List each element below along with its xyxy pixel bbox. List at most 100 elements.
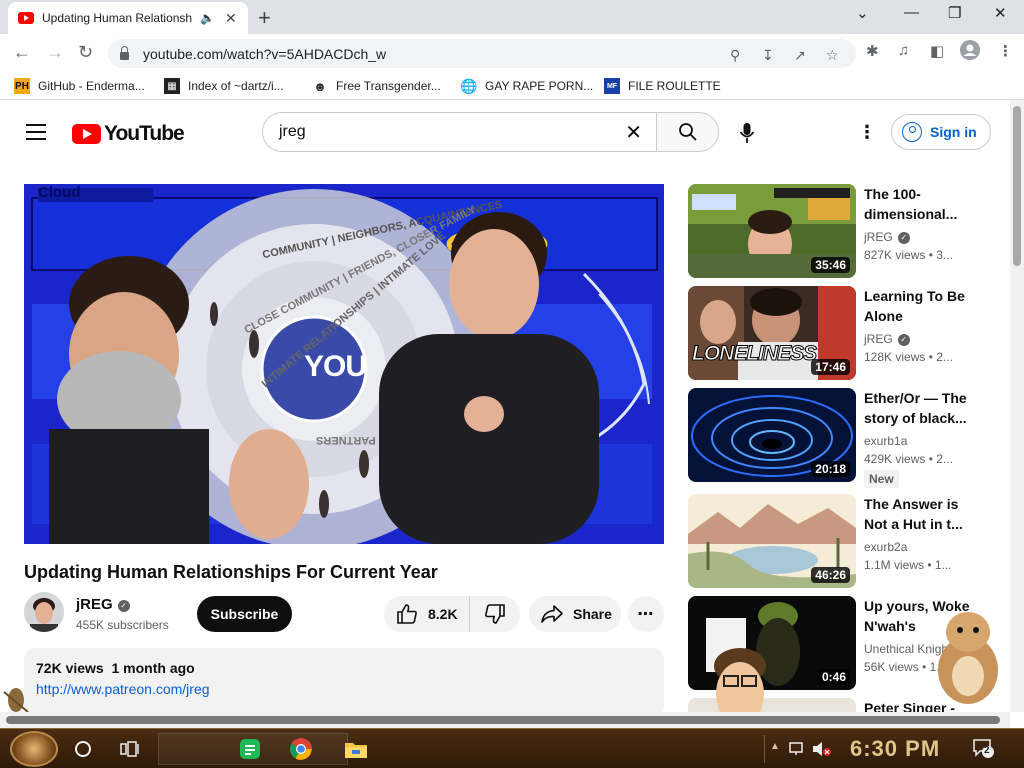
figure-icon: ☻ xyxy=(312,78,328,94)
recommendation-item[interactable]: 20:18 Ether/Or — The story of black... e… xyxy=(688,388,988,488)
recommendation-title[interactable]: Ether/Or — The story of black... xyxy=(864,388,972,428)
chrome-icon[interactable] xyxy=(289,737,313,761)
address-bar[interactable]: youtube.com/watch?v=5AHDACDch_w ⚲ ↧ ↗ ☆ xyxy=(108,39,856,68)
sign-in-button[interactable]: Sign in xyxy=(891,114,991,150)
video-duration: 20:18 xyxy=(811,461,850,477)
recommendation-views: 128K views • 2... xyxy=(864,350,953,364)
recommendation-thumbnail[interactable]: LONELINESS 17:46 xyxy=(688,286,856,380)
youtube-favicon-icon xyxy=(18,12,34,24)
task-view-icon[interactable] xyxy=(118,737,142,761)
settings-menu-icon[interactable]: ⋮ xyxy=(858,122,876,143)
bookmark-github[interactable]: PH GitHub - Enderma... xyxy=(14,78,145,94)
channel-avatar[interactable] xyxy=(24,592,64,632)
notes-app-icon[interactable] xyxy=(238,737,262,761)
url-text[interactable]: youtube.com/watch?v=5AHDACDch_w xyxy=(143,46,386,62)
recommendation-title[interactable]: The 100-dimensional... xyxy=(864,184,972,224)
chrome-menu-icon[interactable]: ⋮ xyxy=(998,42,1013,60)
thumbs-down-icon xyxy=(485,604,505,624)
search-input[interactable]: jreg xyxy=(279,123,625,141)
recommendation-channel[interactable]: jREG ✓ xyxy=(864,230,910,244)
taskbar-clock[interactable]: 6:30 PM xyxy=(850,736,940,762)
like-dislike-group: 8.2K xyxy=(384,596,520,632)
more-actions-icon[interactable]: ⋯ xyxy=(628,596,664,632)
vertical-scroll-thumb[interactable] xyxy=(1013,106,1021,266)
reload-icon[interactable]: ↻ xyxy=(78,42,93,63)
recommendation-title[interactable]: The Answer is Not a Hut in t... xyxy=(864,494,972,534)
vertical-scrollbar[interactable] xyxy=(1010,100,1024,712)
recommendation-channel[interactable]: exurb2a xyxy=(864,540,907,554)
side-panel-icon[interactable]: ◧ xyxy=(930,42,944,60)
search-box[interactable]: jreg ✕ xyxy=(262,112,656,152)
hamster-overlay xyxy=(938,612,998,704)
dislike-button[interactable] xyxy=(470,596,520,632)
lock-icon[interactable] xyxy=(120,45,129,60)
bookmark-globe-site[interactable]: 🌐 GAY RAPE PORN... xyxy=(460,78,593,94)
recommendation-views: 429K views • 2... xyxy=(864,452,953,466)
back-icon[interactable]: ← xyxy=(13,42,31,63)
recommendation-channel[interactable]: exurb1a xyxy=(864,434,907,448)
account-icon xyxy=(902,122,922,142)
patreon-link[interactable]: http://www.patreon.com/jreg xyxy=(36,681,210,697)
browser-tab[interactable]: Updating Human Relationships For Current… xyxy=(8,2,248,34)
bookmark-file-roulette[interactable]: MF FILE ROULETTE xyxy=(604,78,721,94)
recommendation-thumbnail[interactable]: 35:46 xyxy=(688,184,856,278)
volume-muted-icon[interactable] xyxy=(810,737,834,761)
recommendation-channel[interactable]: jREG ✓ xyxy=(864,332,910,346)
close-window-icon[interactable]: ✕ xyxy=(994,4,1007,22)
cortana-circle-icon[interactable] xyxy=(71,737,95,761)
network-icon[interactable] xyxy=(786,737,810,761)
recommendation-title[interactable]: Learning To Be Alone xyxy=(864,286,972,326)
windows-taskbar: ▲ 6:30 PM 2 xyxy=(0,728,1024,768)
file-explorer-icon[interactable] xyxy=(344,737,368,761)
close-tab-icon[interactable]: ✕ xyxy=(225,10,237,27)
bookmark-free-transgender[interactable]: ☻ Free Transgender... xyxy=(312,78,441,94)
small-figure-overlay xyxy=(3,688,29,713)
youtube-logo[interactable]: YouTube xyxy=(72,122,185,146)
profile-icon[interactable] xyxy=(960,40,980,64)
verified-check-icon: ✓ xyxy=(897,334,910,346)
horizontal-scroll-thumb[interactable] xyxy=(6,716,1000,724)
recommendation-item[interactable]: LONELINESS 17:46 Learning To Be Alone jR… xyxy=(688,286,988,380)
recommendation-thumbnail[interactable]: 46:26 xyxy=(688,494,856,588)
tab-title: Updating Human Relationships For Current… xyxy=(42,11,192,25)
notification-center-icon[interactable]: 2 xyxy=(972,738,994,758)
logo-text: YouTube xyxy=(104,122,185,145)
extensions-puzzle-icon[interactable]: ✱ xyxy=(866,42,879,60)
tray-overflow-chevron-icon[interactable]: ▲ xyxy=(770,741,780,752)
hamburger-menu-icon[interactable] xyxy=(26,124,46,145)
media-controls-icon[interactable]: ♫ xyxy=(898,42,909,59)
forward-icon[interactable]: → xyxy=(46,42,64,63)
install-app-icon[interactable]: ↧ xyxy=(762,47,774,64)
tab-search-chevron-icon[interactable]: ⌄ xyxy=(856,4,869,22)
share-button[interactable]: Share xyxy=(529,596,621,632)
bookmark-index-dartz[interactable]: ▦ Index of ~dartz/i... xyxy=(164,78,284,94)
minimize-icon[interactable]: — xyxy=(904,4,919,21)
speaker-icon[interactable]: 🔈 xyxy=(200,11,215,25)
horizontal-scrollbar[interactable] xyxy=(0,712,1010,728)
description-box[interactable]: 72K views 1 month ago http://www.patreon… xyxy=(24,648,664,718)
new-tab-icon[interactable]: + xyxy=(258,5,271,31)
recommendation-views: 1.1M views • 1... xyxy=(864,558,952,572)
microphone-icon[interactable] xyxy=(738,122,756,149)
search-icon xyxy=(678,123,697,141)
restore-icon[interactable]: ❐ xyxy=(948,4,961,22)
recommendation-item[interactable]: 35:46 The 100-dimensional... jREG ✓ 827K … xyxy=(688,184,988,278)
bookmark-label: FILE ROULETTE xyxy=(628,79,721,93)
video-title: Updating Human Relationships For Current… xyxy=(24,562,438,582)
bookmark-label: GitHub - Enderma... xyxy=(38,79,145,93)
like-button[interactable]: 8.2K xyxy=(384,596,470,632)
notification-count: 2 xyxy=(984,745,990,756)
clear-search-icon[interactable]: ✕ xyxy=(625,120,642,145)
channel-name[interactable]: jREG ✓ xyxy=(76,596,130,613)
recommendation-thumbnail[interactable]: 20:18 xyxy=(688,388,856,482)
subscribe-button[interactable]: Subscribe xyxy=(197,596,292,632)
zoom-search-icon[interactable]: ⚲ xyxy=(730,47,740,64)
sign-in-label: Sign in xyxy=(930,124,977,140)
start-button[interactable] xyxy=(10,731,58,767)
recommendation-item[interactable]: 46:26 The Answer is Not a Hut in t... ex… xyxy=(688,494,988,588)
share-page-icon[interactable]: ↗ xyxy=(794,47,806,64)
search-button[interactable] xyxy=(656,112,719,152)
mfr-logo-icon: MF xyxy=(604,78,620,94)
video-player[interactable]: YOU COMMUNITY | NEIGHBORS, ACQUAINTANCES… xyxy=(24,184,664,544)
bookmark-star-icon[interactable]: ☆ xyxy=(826,47,839,64)
